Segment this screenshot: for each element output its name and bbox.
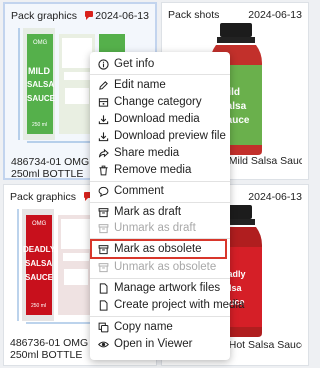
mild-artwork-brand: OMG [33,40,48,46]
mild-artwork-volume: 250 ml [32,122,48,128]
menu-item-create-project[interactable]: Create project with media [90,297,244,313]
menu-item-label: Create project with media [114,299,245,311]
menu-item-label: Comment [114,185,164,197]
menu-item-label: Unmark as obsolete [114,261,217,273]
mild-artwork-line1: MILD [28,66,50,76]
menu-item-label: Mark as obsolete [114,243,202,255]
hot-artwork-line3: SAUCE [25,273,54,282]
hot-artwork-line1: DEADLY [23,245,56,254]
menu-item-label: Mark as draft [114,206,182,218]
share-icon [98,148,109,159]
archive-icon [98,244,109,255]
file-icon [98,299,109,311]
menu-separator [90,74,230,75]
menu-item-label: Download preview file [114,130,226,142]
menu-separator [90,316,230,317]
menu-item-label: Open in Viewer [114,338,193,350]
menu-item-get-info[interactable]: Get info [90,56,230,72]
copy-icon [98,322,109,333]
menu-separator [90,238,230,239]
media-date: 2024-06-13 [248,9,302,21]
archive-icon [98,207,109,218]
menu-item-unmark-draft: Unmark as draft [90,220,230,236]
media-caption-line1: 5 Mild Salsa Sauce [220,155,302,167]
menu-item-comment[interactable]: Comment [90,183,230,199]
menu-item-remove-media[interactable]: Remove media [90,162,230,178]
menu-item-label: Change category [114,96,202,108]
menu-item-label: Remove media [114,164,192,176]
category-icon [98,97,109,108]
archive-icon [98,223,109,234]
file-icon [98,282,109,294]
menu-item-edit-name[interactable]: Edit name [90,77,230,93]
menu-item-mark-draft[interactable]: Mark as draft [90,204,230,220]
menu-item-label: Edit name [114,79,166,91]
hot-artwork-brand: OMG [32,221,47,227]
menu-item-copy-name[interactable]: Copy name [90,319,230,335]
archive-icon [98,262,109,273]
menu-item-label: Unmark as draft [114,222,196,234]
menu-item-unmark-obsolete: Unmark as obsolete [90,259,230,275]
media-type-label: Pack graphics [10,191,76,203]
menu-separator [90,278,230,279]
trash-icon [98,165,109,176]
media-type-label: Pack graphics [11,10,77,22]
eye-icon [98,339,109,350]
media-date: 2024-06-13 [95,10,149,22]
media-caption-line1: 5 Hot Salsa Sauce [220,339,302,351]
menu-separator [90,202,230,203]
comment-icon [98,186,109,197]
menu-item-label: Get info [114,58,155,70]
menu-item-download-media[interactable]: Download media [90,111,230,127]
media-type-label: Pack shots [168,9,220,21]
comment-badge-icon [84,11,93,20]
media-date: 2024-06-13 [248,191,302,203]
menu-item-label: Download media [114,113,200,125]
menu-item-change-category[interactable]: Change category [90,94,230,110]
menu-item-open-viewer[interactable]: Open in Viewer [90,336,230,352]
menu-item-share-media[interactable]: Share media [90,145,230,161]
pencil-icon [98,80,109,91]
menu-item-label: Manage artwork files [114,282,221,294]
download-icon [98,114,109,125]
mild-artwork-line2: SALSA [27,80,55,89]
context-menu: Get info Edit name Change category Downl… [90,52,244,360]
menu-item-label: Share media [114,147,180,159]
menu-separator [90,181,230,182]
mild-artwork-line3: SAUCE [27,94,56,103]
menu-item-download-preview[interactable]: Download preview file [90,128,230,144]
menu-item-mark-obsolete[interactable]: Mark as obsolete [90,239,227,259]
hot-artwork-line2: SALSA [25,259,53,268]
hot-artwork-volume: 250 ml [31,303,47,309]
download-icon [98,131,109,142]
info-icon [98,58,109,70]
menu-item-label: Copy name [114,321,173,333]
menu-item-manage-artwork[interactable]: Manage artwork files [90,280,230,296]
